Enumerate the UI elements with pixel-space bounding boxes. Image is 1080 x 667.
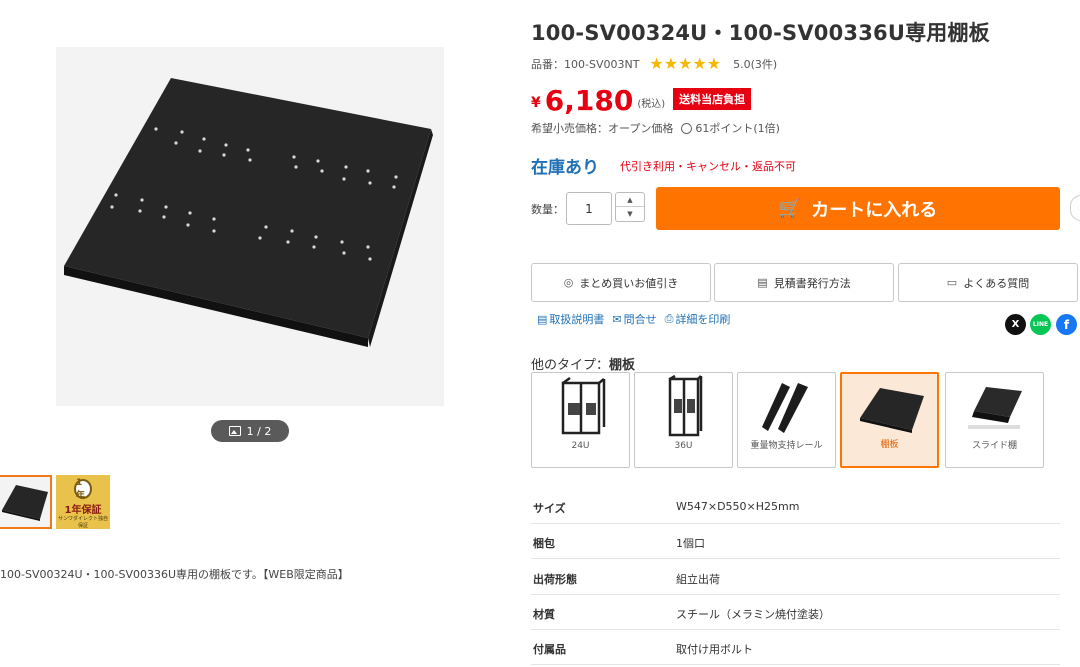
shelf-thumb-image xyxy=(860,388,924,433)
slide-shelf-image xyxy=(968,387,1022,429)
manual-link-label: 取扱説明書 xyxy=(549,313,605,326)
contact-link[interactable]: ✉ 問合せ xyxy=(612,311,656,327)
spec-value: 組立出荷 xyxy=(676,573,720,586)
type-card-label: 棚板 xyxy=(880,440,899,450)
spec-value: 取付け用ボルト xyxy=(676,643,753,656)
type-card-slide-shelf[interactable]: スライド棚 xyxy=(945,372,1044,468)
msrp-row: 希望小売価格：オープン価格 61ポイント(1倍) xyxy=(531,120,780,136)
spec-key: サイズ xyxy=(533,502,566,515)
other-types-prefix: 他のタイプ： xyxy=(531,358,610,373)
quantity-input[interactable] xyxy=(566,192,612,225)
spec-key: 付属品 xyxy=(533,643,566,656)
add-to-cart-button[interactable]: 🛒 カートに入れる xyxy=(656,187,1060,230)
main-product-image[interactable] xyxy=(56,47,444,406)
document-links: ▤ 取扱説明書 ✉ 問合せ ⎙ 詳細を印刷 xyxy=(537,311,730,327)
side-scroll-button[interactable] xyxy=(1070,195,1080,221)
add-to-cart-label: カートに入れる xyxy=(811,199,938,221)
print-link[interactable]: ⎙ 詳細を印刷 xyxy=(665,311,731,327)
rating-text[interactable]: 5.0(3件) xyxy=(733,56,777,72)
price: 6,180 xyxy=(544,84,634,117)
spec-value: 1個口 xyxy=(676,537,705,550)
star-icon: ★ xyxy=(663,54,679,73)
document-icon: ▤ xyxy=(757,276,768,289)
spec-value: W547×D550×H25mm xyxy=(676,500,800,513)
shipping-badge: 送料当店負担 xyxy=(673,88,752,110)
tax-label: (税込) xyxy=(637,99,666,110)
spec-row: 付属品 取付け用ボルト xyxy=(531,630,1060,665)
spec-key: 材質 xyxy=(533,608,555,621)
other-types-current: 棚板 xyxy=(609,358,636,373)
type-card-24u[interactable]: 24U xyxy=(531,372,630,468)
chevron-down-icon[interactable]: ▼ xyxy=(616,207,644,221)
share-line-icon[interactable]: LINE xyxy=(1030,314,1051,335)
spec-row: 梱包 1個口 xyxy=(531,524,1060,559)
spec-row: 出荷形態 組立出荷 xyxy=(531,560,1060,595)
share-x-icon[interactable]: X xyxy=(1005,314,1026,335)
spec-row: 材質 スチール（メラミン焼付塗装） xyxy=(531,595,1060,630)
faq-label: よくある質問 xyxy=(963,276,1030,290)
thumbnail-shelf[interactable] xyxy=(0,475,52,529)
rail-image xyxy=(762,383,808,433)
points-text: 61ポイント(1倍) xyxy=(695,122,780,135)
print-icon: ⎙ xyxy=(664,312,674,325)
warranty-fineprint: サンワダイレクト独自保証 xyxy=(57,516,108,529)
mail-icon: ✉ xyxy=(612,312,622,326)
quantity-label: 数量： xyxy=(531,203,564,216)
type-card-label: 36U xyxy=(674,441,693,451)
price-row: ¥ 6,180 (税込) 送料当店負担 xyxy=(531,84,752,117)
rack-36u-image xyxy=(668,374,703,437)
type-card-label: 24U xyxy=(571,441,590,451)
product-title: 100-SV00324U・100-SV00336U専用棚板 xyxy=(531,21,990,45)
product-sku: 品番：100-SV003NT xyxy=(531,58,640,71)
spec-key: 梱包 xyxy=(533,537,555,550)
contact-link-label: 問合せ xyxy=(623,313,657,326)
stock-status: 在庫あり xyxy=(531,158,599,178)
points-icon xyxy=(681,122,693,134)
faq-button[interactable]: ▭ よくある質問 xyxy=(898,263,1078,302)
bulk-discount-button[interactable]: ◎ まとめ買いお値引き xyxy=(531,263,711,302)
msrp-text: 希望小売価格：オープン価格 xyxy=(531,122,674,135)
warranty-text: 1年保証 xyxy=(64,505,102,516)
currency-symbol: ¥ xyxy=(531,95,541,111)
star-icon: ★ xyxy=(649,54,664,73)
rating-stars[interactable]: ★ ★ ★ ★ ★ xyxy=(649,56,721,72)
warranty-medal-icon: 1年 xyxy=(74,478,92,501)
type-card-heavy-rail[interactable]: 重量物支持レール xyxy=(737,372,836,468)
spec-row: サイズ W547×D550×H25mm xyxy=(531,489,1060,524)
star-icon: ★ xyxy=(706,54,722,73)
chevron-up-icon[interactable]: ▲ xyxy=(616,193,644,207)
chat-icon: ▭ xyxy=(946,276,958,289)
thumbnail-shelf-image xyxy=(2,485,48,521)
image-icon xyxy=(228,426,241,436)
share-facebook-icon[interactable]: f xyxy=(1056,314,1077,335)
quote-label: 見積書発行方法 xyxy=(773,276,851,290)
spec-value: スチール（メラミン焼付塗装） xyxy=(676,608,830,621)
cart-icon: 🛒 xyxy=(778,198,802,219)
shelf-image xyxy=(64,78,433,347)
spec-key: 出荷形態 xyxy=(533,573,577,586)
quote-button[interactable]: ▤ 見積書発行方法 xyxy=(714,263,894,302)
discount-icon: ◎ xyxy=(563,276,574,289)
bulk-discount-label: まとめ買いお値引き xyxy=(579,276,679,290)
product-meta: 品番：100-SV003NT ★ ★ ★ ★ ★ 5.0(3件) xyxy=(531,56,777,72)
rack-24u-image xyxy=(561,376,606,435)
thumbnail-warranty[interactable]: 1年 1年保証 サンワダイレクト独自保証 xyxy=(56,475,110,529)
other-types-label: 他のタイプ：棚板 xyxy=(531,354,635,373)
manual-link[interactable]: ▤ 取扱説明書 xyxy=(537,311,604,327)
print-link-label: 詳細を印刷 xyxy=(675,313,731,326)
star-icon: ★ xyxy=(692,54,707,73)
manual-icon: ▤ xyxy=(537,312,548,326)
product-description: 100-SV00324U・100-SV00336U専用の棚板です。【WEB限定商… xyxy=(0,568,349,581)
type-card-shelf[interactable]: 棚板 xyxy=(840,372,939,468)
image-counter[interactable]: 1 / 2 xyxy=(211,420,289,442)
star-icon: ★ xyxy=(678,54,693,73)
type-card-label: スライド棚 xyxy=(971,441,1017,451)
type-card-36u[interactable]: 36U xyxy=(634,372,733,468)
stock-note: 代引き利用・キャンセル・返品不可 xyxy=(620,160,796,173)
image-counter-text: 1 / 2 xyxy=(246,424,272,438)
quantity-stepper[interactable]: ▲ ▼ xyxy=(615,192,645,222)
type-card-label: 重量物支持レール xyxy=(750,441,823,451)
